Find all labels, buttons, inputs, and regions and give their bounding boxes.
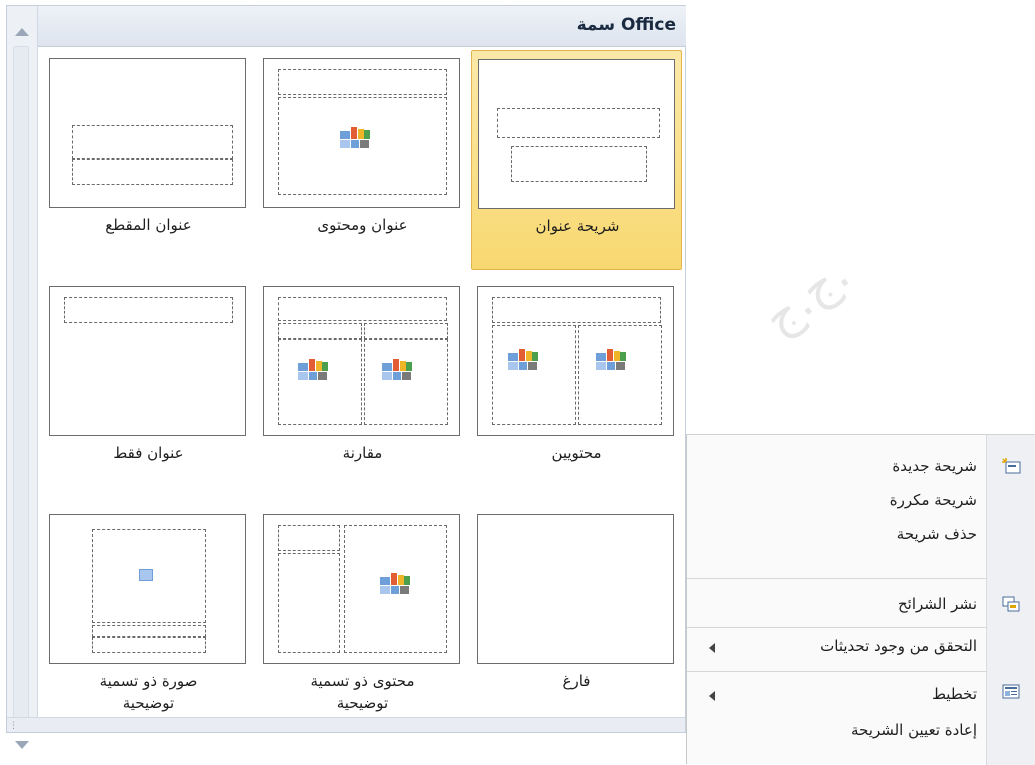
layout-tile-section-header[interactable]: عنوان المقطع (43, 50, 254, 270)
context-menu: شريحة جديدة شريحة مكررة حذف شريحة نشر ال… (686, 434, 1035, 765)
layout-label: مقارنة (342, 444, 383, 462)
menu-item-publish-slides[interactable]: نشر الشرائح (687, 589, 987, 623)
content-placeholder-icon (298, 359, 328, 381)
layout-tile-title-slide[interactable]: شريحة عنوان (471, 50, 682, 270)
layout-tile-title-only[interactable]: عنوان فقط (43, 278, 254, 498)
vertical-scrollbar[interactable] (7, 6, 38, 749)
menu-item-label: تخطيط (932, 685, 977, 703)
layout-label: عنوان فقط (113, 444, 184, 462)
new-slide-icon (1001, 457, 1021, 475)
layout-icon (1001, 683, 1021, 701)
content-placeholder-icon (380, 573, 410, 595)
menu-item-label: التحقق من وجود تحديثات (820, 637, 977, 655)
layout-thumbnail (49, 286, 246, 436)
content-placeholder-icon (382, 359, 412, 381)
layout-tile-title-and-content[interactable]: عنوان ومحتوى (257, 50, 468, 270)
menu-item-label: نشر الشرائح (897, 595, 977, 613)
content-placeholder-icon (508, 349, 538, 371)
layout-thumbnail (477, 514, 674, 664)
scroll-down-arrow-icon[interactable] (15, 741, 29, 749)
resize-grip-icon[interactable]: ⋮ (9, 721, 18, 731)
watermark: ج.ج. (752, 245, 860, 347)
layout-tile-two-content[interactable]: محتويين (471, 278, 682, 498)
menu-item-label: شريحة مكررة (889, 491, 977, 509)
gallery-header: سمة Office (38, 6, 686, 47)
layout-label: عنوان ومحتوى (317, 216, 408, 234)
gallery-footer-bar[interactable]: ⋮ (7, 717, 685, 732)
layout-label: فارغ (562, 672, 591, 690)
gallery-title: سمة Office (576, 15, 676, 35)
layout-thumbnail (477, 286, 674, 436)
layout-thumbnail (49, 58, 246, 208)
submenu-arrow-icon (709, 691, 715, 701)
menu-item-label: إعادة تعيين الشريحة (851, 721, 977, 739)
layout-label: شريحة عنوان (535, 217, 620, 235)
content-placeholder-icon (596, 349, 626, 371)
layout-thumbnail (49, 514, 246, 664)
layout-thumbnail (478, 59, 675, 209)
layout-tile-comparison[interactable]: مقارنة (257, 278, 468, 498)
menu-separator (687, 671, 987, 672)
scroll-up-arrow-icon[interactable] (15, 28, 29, 36)
layout-tile-picture-with-caption[interactable]: صورة ذو تسمية توضيحية (43, 506, 254, 726)
layout-tile-blank[interactable]: فارغ (471, 506, 682, 726)
menu-item-label: شريحة جديدة (892, 457, 977, 475)
layout-thumbnail (263, 286, 460, 436)
content-placeholder-icon (340, 127, 370, 149)
menu-item-new-slide[interactable]: شريحة جديدة (687, 451, 987, 485)
layout-thumbnail (263, 58, 460, 208)
menu-separator (687, 627, 987, 628)
menu-item-check-updates[interactable]: التحقق من وجود تحديثات (687, 631, 987, 665)
submenu-arrow-icon (709, 643, 715, 653)
layout-label: محتويين (551, 444, 602, 462)
layout-gallery: سمة Office شريحة عنوان عنوان ومحتوى عنوا… (6, 5, 686, 749)
menu-separator (687, 578, 987, 579)
publish-slides-icon (1001, 595, 1021, 613)
menu-item-layout[interactable]: تخطيط (687, 679, 987, 713)
menu-item-reset-slide[interactable]: إعادة تعيين الشريحة (687, 715, 987, 749)
layout-label: عنوان المقطع (105, 216, 192, 234)
scroll-thumb[interactable] (13, 46, 29, 726)
menu-item-duplicate-slide[interactable]: شريحة مكررة (687, 485, 987, 519)
layout-thumbnail (263, 514, 460, 664)
menu-item-label: حذف شريحة (896, 525, 977, 543)
layout-label: محتوى ذو تسمية توضيحية (310, 672, 415, 712)
picture-placeholder-icon (139, 569, 153, 581)
layout-tile-content-with-caption[interactable]: محتوى ذو تسمية توضيحية (257, 506, 468, 726)
menu-item-delete-slide[interactable]: حذف شريحة (687, 519, 987, 553)
layout-label: صورة ذو تسمية توضيحية (99, 672, 198, 712)
